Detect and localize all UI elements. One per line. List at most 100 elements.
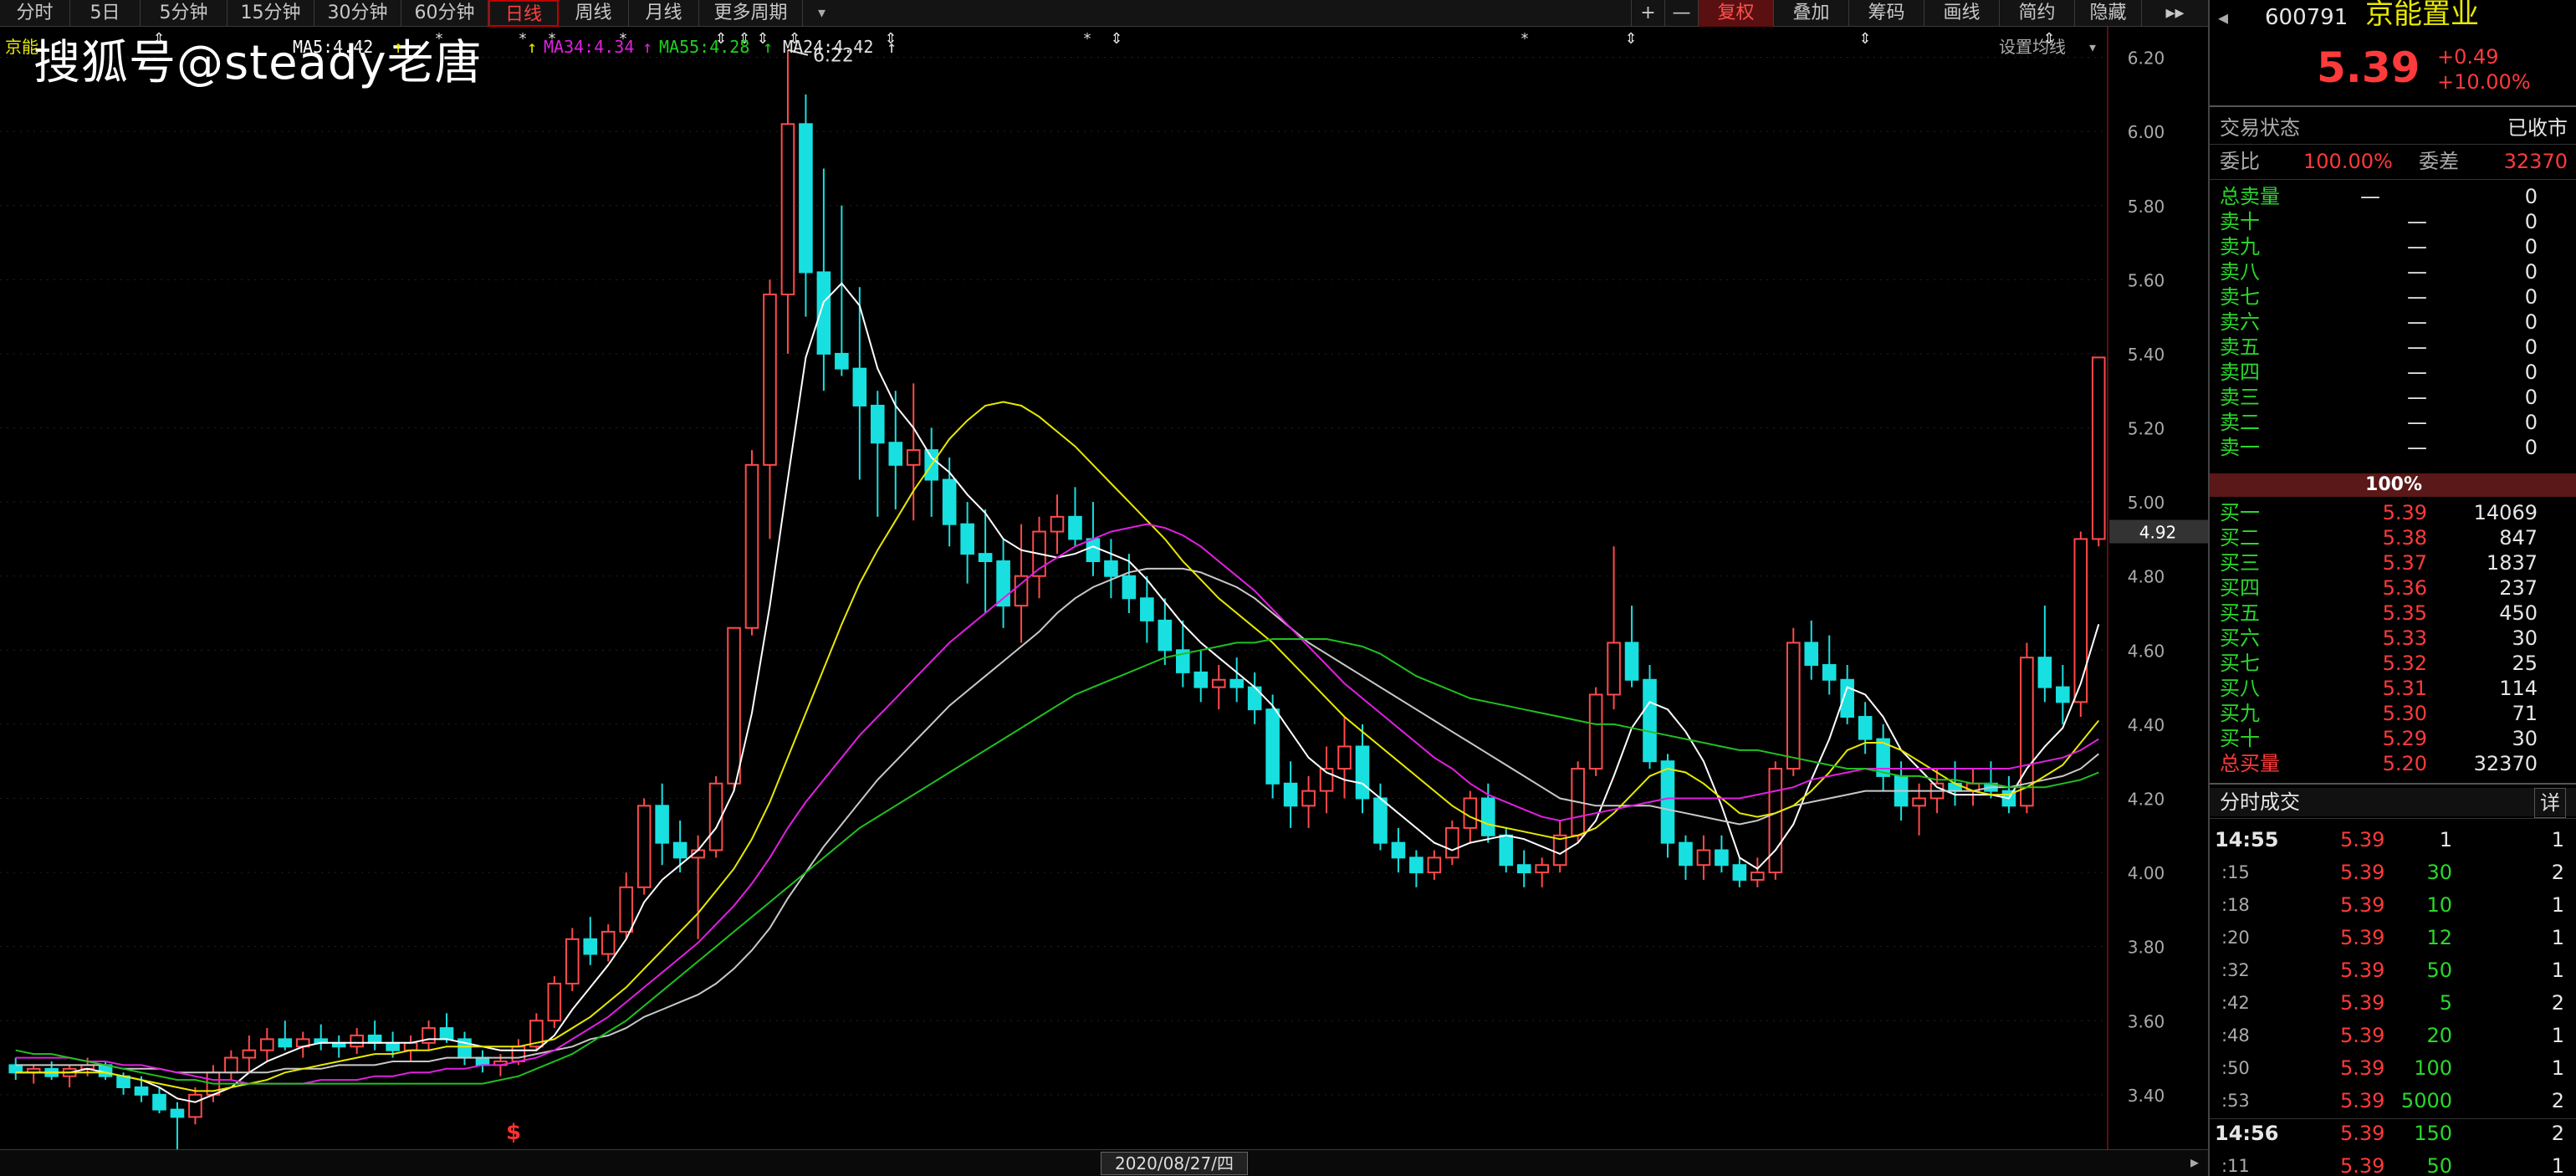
- buy-level-row: 买四 5.36 237: [2210, 575, 2576, 601]
- candle-body: [2073, 538, 2088, 703]
- time-scrollbar[interactable]: 2020/08/27/四 ▸: [0, 1149, 2208, 1176]
- toolbar-overlay-button[interactable]: 叠加: [1773, 0, 1848, 27]
- trade-row: :42 5.39 5 2: [2210, 988, 2576, 1018]
- trade-volume: 150: [2414, 1122, 2452, 1145]
- weicha-value: 32370: [2503, 150, 2568, 173]
- level-label: 买五: [2220, 601, 2260, 625]
- left-arrow-icon[interactable]: ◂: [2218, 5, 2228, 30]
- period-tab-4[interactable]: 30分钟: [314, 0, 401, 27]
- level-price: —: [2407, 210, 2427, 233]
- period-tab-7[interactable]: 周线: [559, 0, 629, 27]
- y-tick-label: 6.20: [2128, 49, 2165, 69]
- level-label: 卖一: [2220, 436, 2260, 459]
- more-periods-chevron-icon[interactable]: ▾: [818, 0, 825, 27]
- level-volume: 14069: [2473, 501, 2538, 524]
- trade-time: :42: [2221, 993, 2250, 1013]
- level-volume: 30: [2512, 727, 2538, 750]
- ma55-arrow-icon: ↑: [763, 37, 774, 57]
- level-label: 总买量: [2220, 752, 2280, 775]
- candle-body: [636, 805, 652, 888]
- sell-level-row: 卖二 — 0: [2210, 410, 2576, 435]
- toolbar-zoom-in-button[interactable]: +: [1631, 0, 1664, 27]
- y-tick-label: 5.40: [2128, 345, 2165, 365]
- toolbar-draw-button[interactable]: 画线: [1924, 0, 1999, 27]
- kline-chart[interactable]: 6.20 6.00 5.80 5.60 5.40 5.20 5.00 4.80 4.60 4.40…: [0, 27, 2208, 1176]
- candle-body: [2091, 356, 2106, 540]
- toolbar-hide-button[interactable]: 隐藏: [2074, 0, 2141, 27]
- toolbar-hide-arrows-button[interactable]: ▸▸: [2141, 0, 2208, 27]
- y-tick-label: 5.60: [2128, 270, 2165, 290]
- level-label: 买八: [2220, 677, 2260, 700]
- settings-chevron-icon[interactable]: ▾: [2088, 35, 2098, 59]
- toolbar-simple-button[interactable]: 简约: [1999, 0, 2074, 27]
- level-price: —: [2407, 360, 2427, 384]
- period-tab-2[interactable]: 5分钟: [141, 0, 227, 27]
- period-tab-9[interactable]: 更多周期: [699, 0, 803, 27]
- candle-body: [1445, 826, 1459, 859]
- trade-row: :15 5.39 30 2: [2210, 857, 2576, 887]
- weibi-value: 100.00%: [2303, 150, 2393, 173]
- trade-time: 14:55: [2215, 828, 2279, 851]
- level-volume: 0: [2524, 335, 2538, 359]
- stock-header: ◂ 600791 京能置业: [2210, 0, 2576, 32]
- trade-price: 5.39: [2340, 959, 2385, 982]
- level-volume: 0: [2524, 411, 2538, 434]
- trade-count: 1: [2551, 1154, 2564, 1176]
- trade-volume: 30: [2426, 861, 2452, 884]
- level-volume: 0: [2524, 360, 2538, 384]
- trade-price: 5.39: [2340, 1024, 2385, 1047]
- cursor-date-label: 2020/08/27/四: [1101, 1152, 1248, 1175]
- current-price-tag: 4.92: [2139, 523, 2177, 543]
- trade-row: :20 5.39 12 1: [2210, 923, 2576, 953]
- sell-level-row: 卖五 — 0: [2210, 335, 2576, 360]
- trades-detail-button[interactable]: 详: [2534, 788, 2566, 818]
- level-volume: 0: [2524, 310, 2538, 334]
- toolbar-zoom-out-button[interactable]: —: [1664, 0, 1698, 27]
- level-price: 5.39: [2382, 501, 2427, 524]
- trade-row: :18 5.39 10 1: [2210, 890, 2576, 920]
- toolbar-chips-button[interactable]: 筹码: [1848, 0, 1924, 27]
- candle-body: [260, 1038, 274, 1051]
- buy-level-row: 买一 5.39 14069: [2210, 500, 2576, 525]
- trade-volume: 12: [2426, 926, 2452, 949]
- candle-body: [1480, 797, 1495, 836]
- status-label: 交易状态: [2220, 116, 2300, 140]
- period-tab-6[interactable]: 日线: [488, 0, 559, 27]
- level-price: 5.32: [2382, 652, 2427, 675]
- period-tab-3[interactable]: 15分钟: [227, 0, 314, 27]
- level-volume: 0: [2524, 386, 2538, 409]
- candle-body: [1499, 834, 1514, 867]
- scroll-right-icon[interactable]: ▸: [2183, 1152, 2206, 1175]
- candle-body: [870, 404, 885, 444]
- trade-count: 1: [2551, 926, 2564, 949]
- ma-line-1: [15, 567, 2099, 1074]
- buy-level-row: 买五 5.35 450: [2210, 601, 2576, 626]
- trade-price: 5.39: [2340, 1122, 2385, 1145]
- chart-canvas[interactable]: 6.20 6.00 5.80 5.60 5.40 5.20 5.00 4.80 4.60 4.40…: [0, 27, 2208, 1176]
- ma5-up-arrow-icon: ↑: [393, 37, 404, 57]
- candle-body: [170, 1108, 185, 1118]
- candle-body: [1822, 664, 1837, 681]
- level-volume: 450: [2499, 601, 2538, 625]
- period-tab-1[interactable]: 5日: [70, 0, 141, 27]
- candle-body: [2056, 686, 2070, 703]
- dollar-marker: $: [506, 1120, 521, 1145]
- candle-body: [1715, 849, 1729, 867]
- period-tab-5[interactable]: 60分钟: [401, 0, 488, 27]
- candle-body: [367, 1034, 382, 1044]
- buy-level-row: 买九 5.30 71: [2210, 701, 2576, 726]
- trade-price: 5.39: [2340, 1154, 2385, 1176]
- toolbar-fuquan-button[interactable]: 复权: [1698, 0, 1773, 27]
- candle-body: [1786, 642, 1801, 770]
- trade-time: :15: [2221, 862, 2250, 882]
- y-tick-label: 4.80: [2128, 567, 2165, 587]
- last-price: 5.39: [2317, 43, 2420, 92]
- level-label: 卖六: [2220, 310, 2260, 334]
- y-tick-label: 3.40: [2128, 1086, 2165, 1106]
- sell-level-row: 卖七 — 0: [2210, 284, 2576, 309]
- period-tab-8[interactable]: 月线: [629, 0, 699, 27]
- ma-line-3: [15, 523, 2099, 1085]
- candle-body: [780, 123, 795, 296]
- ma-settings-button[interactable]: 设置均线: [1999, 35, 2066, 59]
- period-tab-0[interactable]: 分时: [0, 0, 70, 27]
